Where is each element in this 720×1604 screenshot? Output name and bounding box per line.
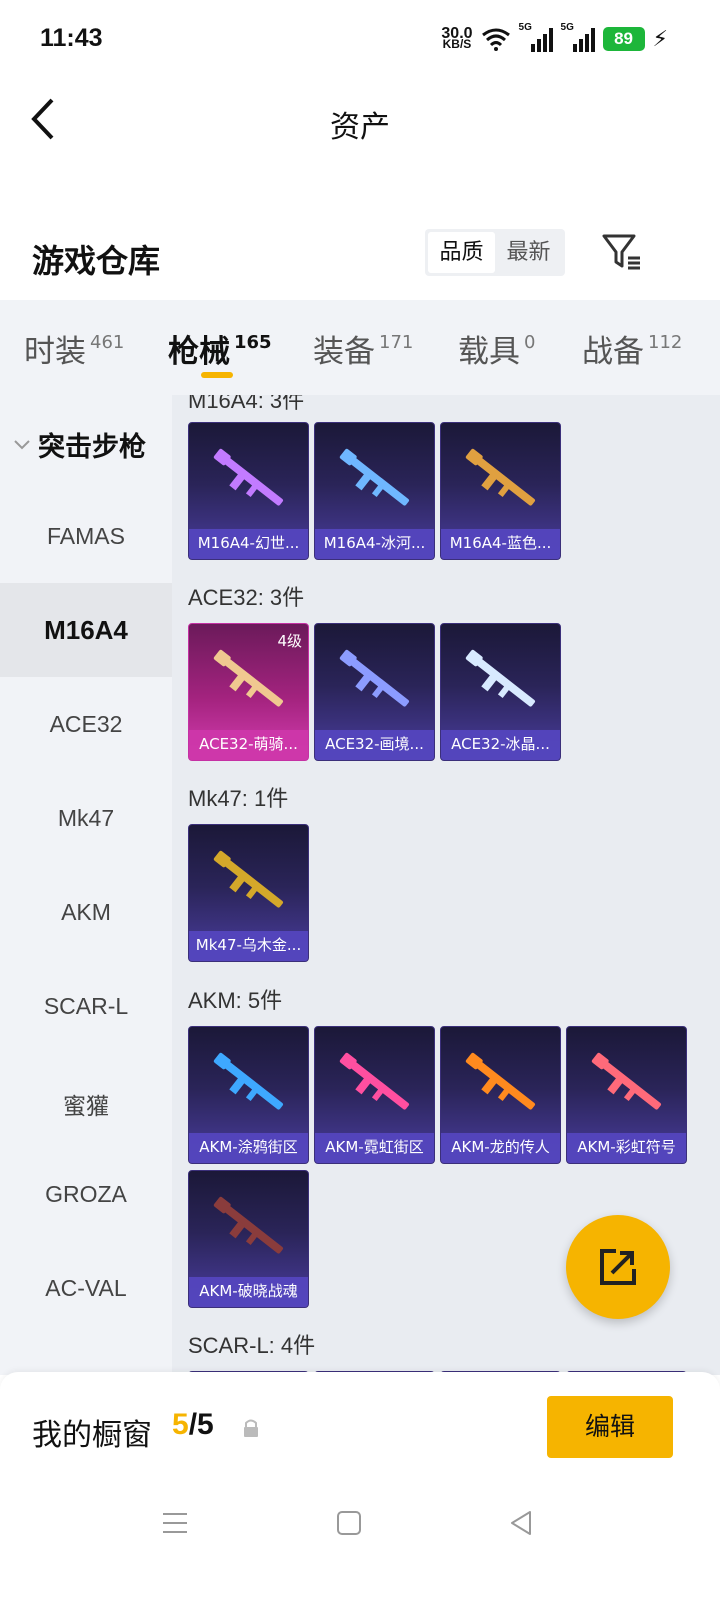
tab-equipment[interactable]: 装备 171 — [313, 326, 413, 371]
share-button[interactable] — [566, 1215, 670, 1319]
section-title: AKM: 5件 — [188, 988, 283, 1013]
sidebar-group-assault-rifles[interactable]: 突击步枪 — [12, 425, 146, 464]
sidebar-item-ac-val[interactable]: AC-VAL — [0, 1275, 172, 1302]
sidebar-item-groza[interactable]: GROZA — [0, 1181, 172, 1208]
category-tabs: 时装 461 枪械 165 装备 171 载具 0 战备 112 — [0, 300, 720, 395]
weapon-card[interactable]: AKM-龙的传人 — [440, 1026, 561, 1164]
net-speed: 30.0 KB/S — [441, 25, 473, 51]
home-icon[interactable] — [334, 1508, 364, 1538]
battery-icon: 89 — [602, 27, 645, 51]
weapon-name: ACE32-画境... — [315, 730, 434, 760]
weapon-card[interactable]: ACE32-冰晶... — [440, 623, 561, 761]
rifle-icon — [213, 850, 284, 908]
weapon-name: AKM-彩虹符号 — [567, 1133, 686, 1163]
chevron-down-icon — [14, 439, 30, 449]
weapon-sidebar: 突击步枪 FAMAS M16A4 ACE32 Mk47 AKM SCAR-L 蜜… — [0, 395, 172, 1375]
sidebar-item-m16a4[interactable]: M16A4 — [0, 583, 172, 677]
rifle-icon — [339, 1052, 410, 1110]
section-title: SCAR-L: 4件 — [188, 1333, 316, 1358]
sidebar-item-scar-l[interactable]: SCAR-L — [0, 993, 172, 1020]
warehouse-title: 游戏仓库 — [32, 242, 161, 280]
rifle-icon — [339, 649, 410, 707]
rifle-icon — [591, 1052, 662, 1110]
sidebar-item-famas[interactable]: FAMAS — [0, 523, 172, 550]
weapon-card[interactable]: AKM-霓虹街区 — [314, 1026, 435, 1164]
tab-fashion[interactable]: 时装 461 — [24, 326, 124, 371]
back-nav-icon[interactable] — [506, 1508, 536, 1538]
weapon-name: AKM-龙的传人 — [441, 1133, 560, 1163]
showcase-count: 5/5 — [172, 1408, 214, 1441]
weapon-name: ACE32-冰晶... — [441, 730, 560, 760]
weapon-card[interactable]: 4级 ACE32-萌骑... — [188, 623, 309, 761]
weapon-name: Mk47-乌木金... — [189, 931, 308, 961]
filter-icon[interactable] — [600, 232, 644, 272]
weapon-name: M16A4-幻世... — [189, 529, 308, 559]
weapon-card[interactable]: Mk47-乌木金... — [188, 824, 309, 962]
tab-vehicles[interactable]: 载具 0 — [458, 326, 535, 371]
sidebar-item-honey-badger[interactable]: 蜜獾 — [0, 1087, 172, 1121]
sort-toggle: 品质 最新 — [425, 229, 565, 276]
rifle-icon — [213, 1196, 284, 1254]
menu-icon[interactable] — [160, 1508, 190, 1538]
weapon-name: ACE32-萌骑... — [189, 730, 308, 760]
system-nav-bar — [0, 1490, 720, 1570]
sidebar-item-mk47[interactable]: Mk47 — [0, 805, 172, 832]
weapon-name: M16A4-冰河... — [315, 529, 434, 559]
weapon-name: AKM-涂鸦街区 — [189, 1133, 308, 1163]
signal-icon: 5G — [519, 22, 553, 52]
header: 资产 — [0, 84, 720, 156]
charging-icon: ⚡ — [652, 26, 668, 52]
section-title: Mk47: 1件 — [188, 786, 289, 811]
weapon-card[interactable]: M16A4-幻世... — [188, 422, 309, 560]
weapon-card[interactable]: M16A4-冰河... — [314, 422, 435, 560]
rifle-icon — [339, 448, 410, 506]
rifle-icon — [213, 448, 284, 506]
weapon-card[interactable]: ACE32-画境... — [314, 623, 435, 761]
weapon-card[interactable]: M16A4-蓝色... — [440, 422, 561, 560]
active-tab-indicator — [201, 372, 233, 378]
rifle-icon — [465, 448, 536, 506]
weapon-card[interactable]: AKM-破晓战魂 — [188, 1170, 309, 1308]
status-icons: 30.0 KB/S 5G 5G 89 ⚡ — [441, 22, 668, 52]
lock-icon — [244, 1419, 258, 1437]
rifle-icon — [213, 1052, 284, 1110]
weapon-name: M16A4-蓝色... — [441, 529, 560, 559]
sort-latest-option[interactable]: 最新 — [495, 232, 562, 273]
tab-firearms[interactable]: 枪械 165 — [168, 326, 272, 371]
status-bar: 11:43 30.0 KB/S 5G 5G 89 ⚡ — [0, 0, 720, 84]
share-icon — [600, 1249, 636, 1285]
sidebar-item-ace32[interactable]: ACE32 — [0, 711, 172, 738]
page-title: 资产 — [330, 110, 390, 145]
status-time: 11:43 — [40, 24, 103, 52]
section-title: ACE32: 3件 — [188, 585, 305, 610]
weapon-card[interactable]: AKM-涂鸦街区 — [188, 1026, 309, 1164]
weapon-name: AKM-霓虹街区 — [315, 1133, 434, 1163]
rifle-icon — [465, 649, 536, 707]
rifle-icon — [465, 1052, 536, 1110]
edit-button[interactable]: 编辑 — [547, 1396, 673, 1458]
showcase-label: 我的橱窗 — [32, 1418, 152, 1453]
signal-icon: 5G — [561, 22, 595, 52]
tab-supplies[interactable]: 战备 112 — [582, 326, 682, 371]
sort-quality-option[interactable]: 品质 — [428, 232, 495, 273]
rifle-icon — [213, 649, 284, 707]
section-title: M16A4: 3件 — [188, 395, 305, 413]
wifi-icon — [481, 28, 510, 51]
weapon-name: AKM-破晓战魂 — [189, 1277, 308, 1307]
sidebar-item-akm[interactable]: AKM — [0, 899, 172, 926]
weapon-card[interactable]: AKM-彩虹符号 — [566, 1026, 687, 1164]
